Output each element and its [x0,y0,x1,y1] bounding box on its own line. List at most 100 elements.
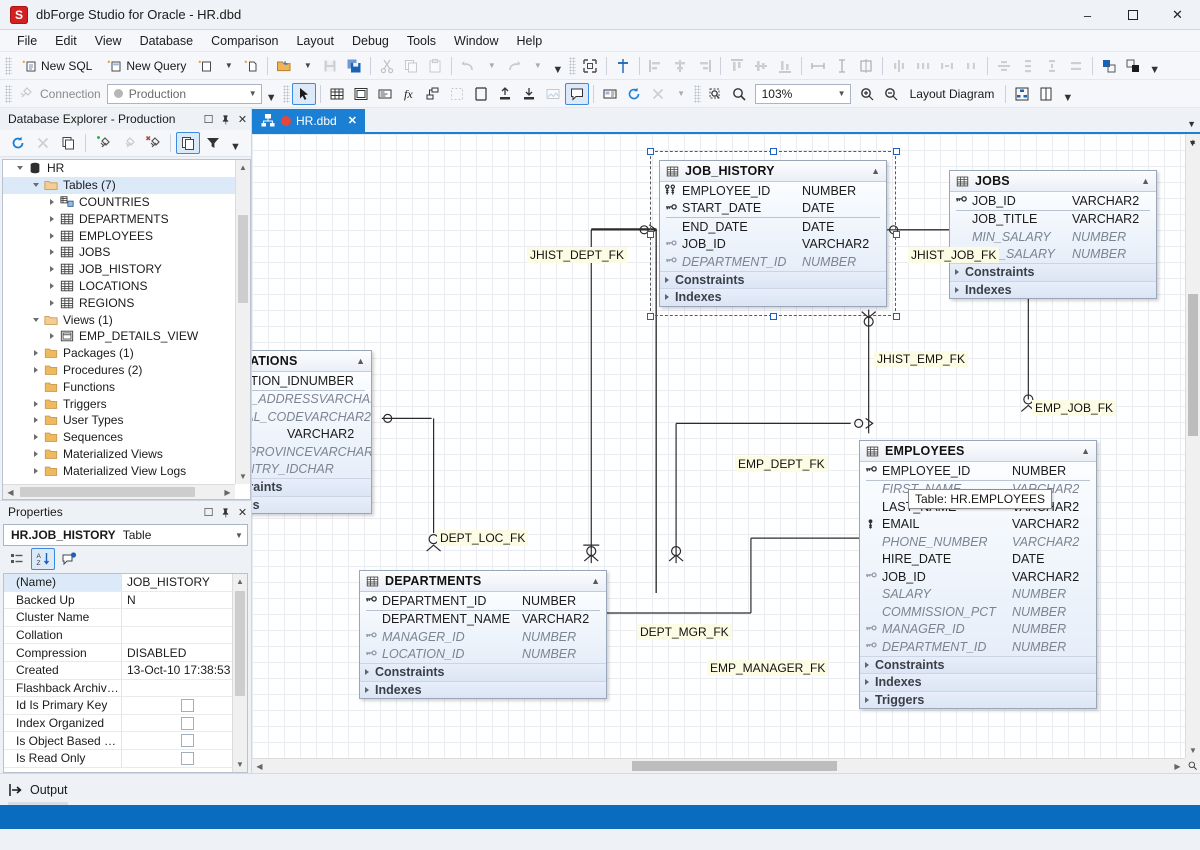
tree-expander[interactable] [45,299,58,306]
search-diagram-button[interactable] [703,83,727,105]
table-field[interactable]: MANAGER_ID NUMBER [360,628,606,646]
diagram-table-employees[interactable]: EMPLOYEES ▲ EMPLOYEE_ID NUMBER FIRST_NAM… [859,440,1097,709]
database-tree[interactable]: HR Tables (7) COUNTRIES DEPARTMENTS EMPLOYEE… [2,159,251,500]
scroll-thumb[interactable] [1188,294,1198,436]
table-section-constraints[interactable]: Constraints [860,655,1096,673]
table-field[interactable]: LOCATION_ID NUMBER [360,646,606,664]
table-field[interactable]: DEPARTMENT_NAME VARCHAR2 [360,611,606,629]
resize-handle[interactable] [647,148,654,155]
scroll-thumb-h[interactable] [632,761,837,771]
scroll-thumb[interactable] [238,215,248,303]
property-value[interactable] [122,609,247,626]
cut-button[interactable] [375,55,399,77]
resize-handle[interactable] [893,230,900,238]
diagram-canvas[interactable]: JOB_HISTORY ▲ EMPLOYEE_ID NUMBER START_D… [252,134,1185,758]
scroll-down-arrow[interactable]: ▼ [233,757,247,772]
scroll-up-arrow[interactable]: ▲ [233,574,247,589]
relation-label-dept_loc_fk[interactable]: DEPT_LOC_FK [437,530,529,546]
new-view-button[interactable] [349,83,373,105]
canvas-vertical-scrollbar[interactable]: ▲ ▼ [1185,134,1200,758]
tree-horizontal-scrollbar[interactable]: ◀ ▶ [3,484,235,499]
table-section-constraints[interactable]: Constraints [950,263,1156,281]
table-section-triggers[interactable]: Triggers [860,690,1096,708]
tree-item-employees[interactable]: EMPLOYEES [3,227,235,244]
scroll-left-arrow[interactable]: ◀ [252,759,267,773]
scroll-right-arrow[interactable]: ▶ [1170,759,1185,773]
table-field[interactable]: DEPARTMENT_ID NUMBER [360,592,606,610]
table-header[interactable]: DEPARTMENTS ▲ [360,571,606,592]
checkbox-icon[interactable] [180,734,194,748]
resize-handle[interactable] [893,148,900,155]
property-value[interactable]: 13-Oct-10 17:38:53 [122,662,247,679]
page-setup-button[interactable] [1034,83,1058,105]
undo-dropdown[interactable]: ▼ [480,55,502,77]
menu-window[interactable]: Window [445,32,507,50]
checkbox-icon[interactable] [180,698,194,712]
toolbar-grip[interactable] [5,84,12,103]
diagram-table-departments[interactable]: DEPARTMENTS ▲ DEPARTMENT_ID NUMBER DEPAR… [359,570,607,699]
toolbar-grip[interactable] [693,84,701,103]
tree-expander[interactable] [45,198,58,205]
pointer-tool-button[interactable] [291,82,316,105]
table-section-indexes[interactable]: Indexes [360,680,606,698]
table-header[interactable]: JOBS ▲ [950,171,1156,192]
menu-database[interactable]: Database [131,32,203,50]
space-v-button[interactable] [992,55,1016,77]
explorer-clone-button[interactable] [176,132,200,154]
menu-layout[interactable]: Layout [287,32,343,50]
paste-button[interactable] [423,55,447,77]
export-button[interactable] [493,83,517,105]
table-field[interactable]: COMMISSION_PCT NUMBER [860,603,1096,621]
align-left-button[interactable] [644,55,668,77]
tree-expander[interactable] [45,266,58,273]
space-v-dec-button[interactable] [1064,55,1088,77]
same-size-button[interactable] [854,55,878,77]
property-row[interactable]: Collation [4,626,247,645]
property-row[interactable]: (Name) JOB_HISTORY [4,574,247,592]
image-button[interactable] [541,83,565,105]
tree-expander[interactable] [29,467,42,474]
tree-item-packages-1[interactable]: Packages (1) [3,345,235,362]
open-button[interactable] [272,55,296,77]
maximize-button[interactable] [1110,0,1155,30]
menu-debug[interactable]: Debug [343,32,398,50]
tree-expander[interactable] [29,434,42,441]
new-table-button[interactable] [325,83,349,105]
table-section-constraints[interactable]: Constraints [360,663,606,681]
relation-button[interactable] [421,83,445,105]
collapse-icon[interactable]: ▲ [356,356,365,366]
canvas-horizontal-scrollbar[interactable]: ◀ ▶ [252,758,1185,773]
collapse-icon[interactable]: ▲ [1141,176,1150,186]
properties-grid[interactable]: (Name) JOB_HISTORY Backed Up N Cluster Name C… [3,573,248,773]
tree-item-materialized-views[interactable]: Materialized Views [3,446,235,463]
property-row[interactable]: Index Organized [4,714,247,733]
properties-object-combo[interactable]: HR.JOB_HISTORY Table ▼ [3,524,248,546]
table-field[interactable]: SALARY NUMBER [860,586,1096,604]
auto-layout-button[interactable] [1010,83,1034,105]
tree-item-emp-details-view[interactable]: EMP_DETAILS_VIEW [3,328,235,345]
table-field[interactable]: PHONE_NUMBER VARCHAR2 [860,533,1096,551]
save-all-button[interactable] [342,55,366,77]
zoom-combo[interactable]: 103% ▼ [754,83,851,104]
tab-close-icon[interactable]: ✕ [348,114,357,127]
panel-close-icon[interactable]: ✕ [234,111,251,127]
table-header[interactable]: LOCATIONS ▲ [252,351,371,372]
panel-close-icon[interactable]: ✕ [234,504,251,520]
output-tab-label[interactable]: Output [30,783,68,797]
menu-edit[interactable]: Edit [46,32,86,50]
tree-item-job-history[interactable]: JOB_HISTORY [3,261,235,278]
explorer-duplicate-button[interactable] [56,132,80,154]
table-field[interactable]: COUNTRY_ID CHAR [252,461,371,479]
space-h-inc-button[interactable] [935,55,959,77]
table-field[interactable]: JOB_ID VARCHAR2 [860,568,1096,586]
scroll-up-arrow[interactable]: ▲ [236,160,250,175]
relation-label-jhist_job_fk[interactable]: JHIST_JOB_FK [908,247,1000,263]
table-section-indexes[interactable]: Indexes [860,673,1096,691]
property-row[interactable]: Cluster Name [4,609,247,627]
tabstrip-overflow[interactable]: ▼ [1187,119,1196,129]
tree-expander[interactable] [45,215,58,222]
menu-tools[interactable]: Tools [398,32,445,50]
tree-item-sequences[interactable]: Sequences [3,429,235,446]
tree-expander[interactable] [29,183,42,188]
notes-button[interactable] [598,83,622,105]
